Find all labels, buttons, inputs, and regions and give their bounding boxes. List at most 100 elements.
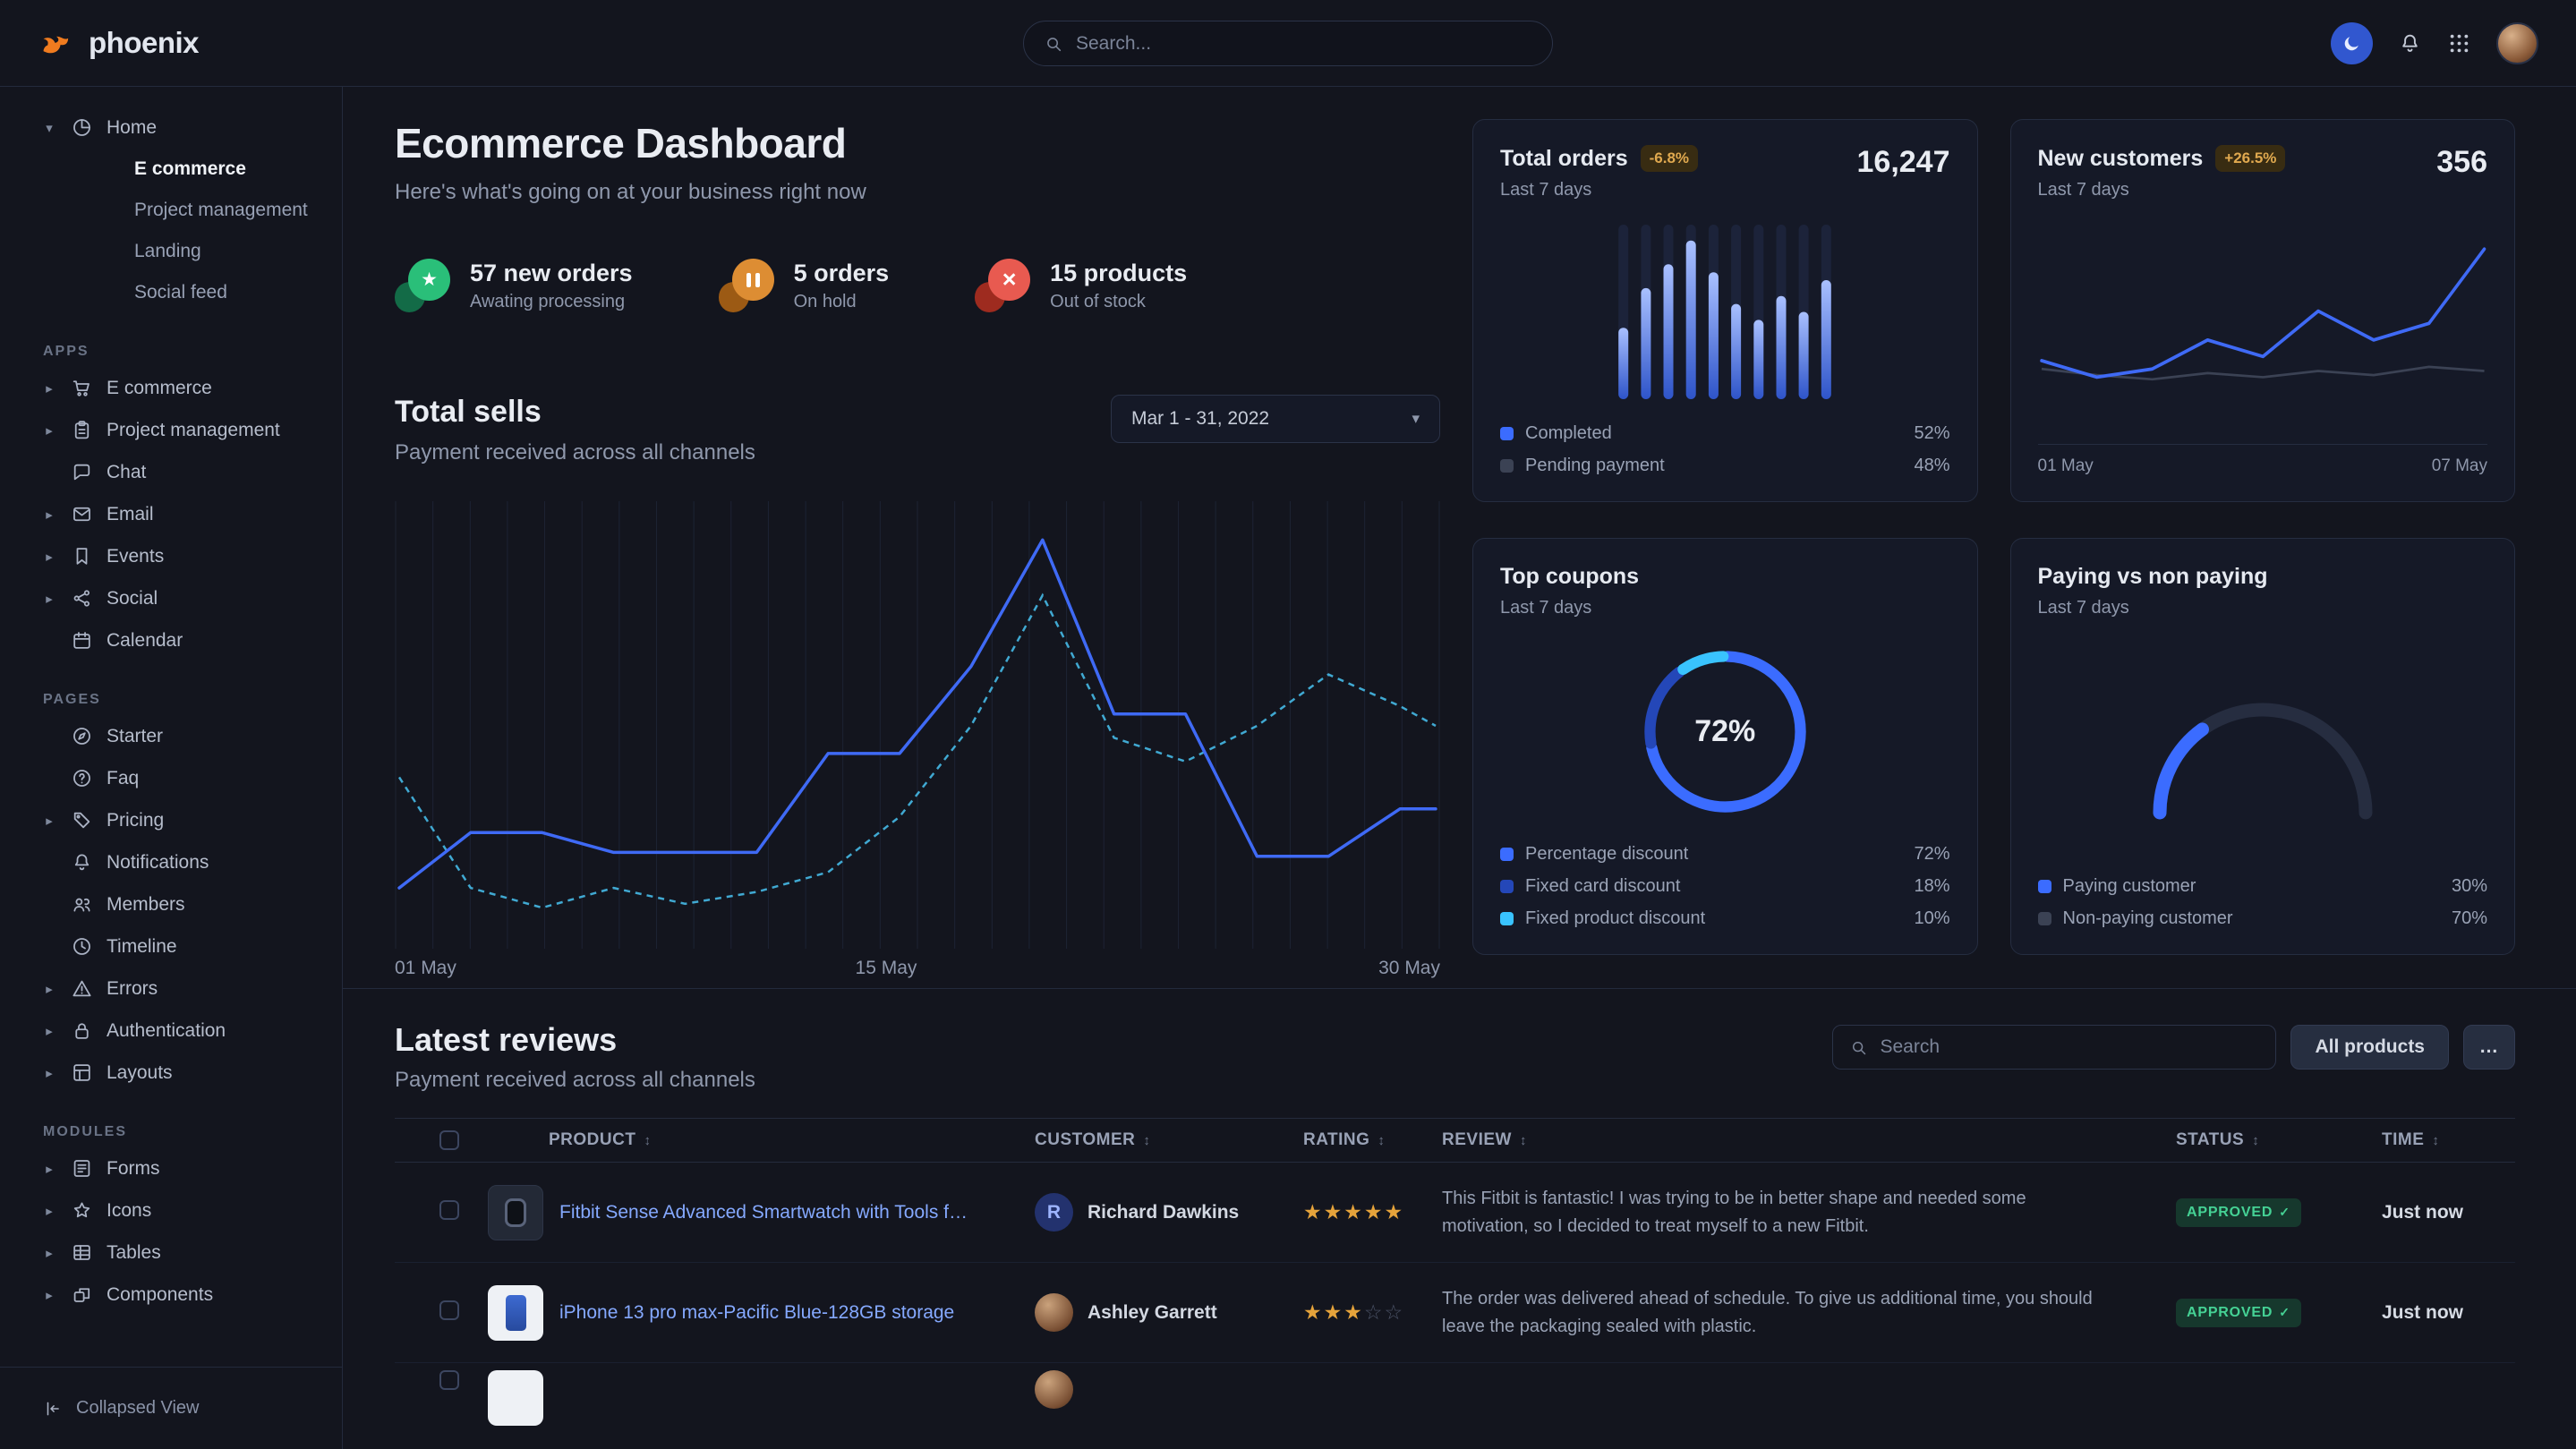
reviews-search-input[interactable] xyxy=(1880,1036,2259,1058)
sidebar-subitem-project-management[interactable]: Project management xyxy=(41,190,319,231)
theme-toggle-button[interactable] xyxy=(2331,22,2373,64)
sidebar-item-calendar[interactable]: Calendar xyxy=(41,619,319,661)
sidebar-item-social[interactable]: ▸ Social xyxy=(41,577,319,619)
user-avatar[interactable] xyxy=(2496,22,2538,64)
sidebar-item-pricing[interactable]: ▸ Pricing xyxy=(41,799,319,841)
status-badge: APPROVED ✓ xyxy=(2176,1299,2301,1327)
reviews-table: PRODUCT ↕ CUSTOMER ↕ RATING ↕ REVIEW xyxy=(395,1118,2515,1449)
select-all-checkbox[interactable] xyxy=(439,1130,459,1150)
legend-value: 30% xyxy=(2452,876,2487,897)
sidebar-item-notifications[interactable]: Notifications xyxy=(41,841,319,883)
sidebar-item-layouts[interactable]: ▸ Layouts xyxy=(41,1052,319,1094)
clock-icon xyxy=(71,935,93,958)
column-product[interactable]: PRODUCT ↕ xyxy=(475,1130,1035,1150)
caret-right-icon: ▸ xyxy=(41,507,57,523)
bell-icon xyxy=(2398,31,2422,55)
compass-icon xyxy=(71,725,93,747)
paying-gauge-chart xyxy=(2038,618,2488,876)
sidebar-item-label: Icons xyxy=(107,1200,151,1222)
legend-completed: Completed 52% xyxy=(1500,423,1950,444)
product-thumbnail xyxy=(488,1370,543,1426)
sidebar-item-chat[interactable]: Chat xyxy=(41,451,319,493)
all-products-button[interactable]: All products xyxy=(2290,1025,2449,1070)
legend-label: Fixed card discount xyxy=(1525,876,1680,897)
row-checkbox[interactable] xyxy=(439,1300,459,1320)
legend-value: 70% xyxy=(2452,908,2487,929)
sidebar-item-errors[interactable]: ▸ Errors xyxy=(41,967,319,1010)
date-range-select[interactable]: Mar 1 - 31, 2022 ▾ xyxy=(1111,395,1440,443)
more-options-button[interactable]: ... xyxy=(2463,1025,2515,1070)
topbar-search[interactable] xyxy=(1023,21,1553,66)
sidebar-item-label: Notifications xyxy=(107,852,209,874)
sidebar-item-components[interactable]: ▸ Components xyxy=(41,1274,319,1316)
sidebar-item-label: Components xyxy=(107,1284,213,1306)
total-sells-chart: 01 May 15 May 30 May xyxy=(395,501,1440,988)
chat-icon xyxy=(71,461,93,483)
customer-name: Richard Dawkins xyxy=(1088,1202,1239,1223)
sidebar-item-events[interactable]: ▸ Events xyxy=(41,535,319,577)
sidebar-item-faq[interactable]: Faq xyxy=(41,757,319,799)
clipboard-icon xyxy=(71,419,93,441)
sidebar-item-label: Authentication xyxy=(107,1020,226,1042)
question-circle-icon xyxy=(71,767,93,789)
legend-value: 72% xyxy=(1914,844,1949,865)
notifications-button[interactable] xyxy=(2398,31,2422,55)
sidebar-item-email[interactable]: ▸ Email xyxy=(41,493,319,535)
search-icon xyxy=(1849,1038,1868,1057)
topbar: phoenix xyxy=(0,0,2576,87)
stat-new-orders: ★ 57 new orders Awating processing xyxy=(395,259,633,312)
legend-pending-payment: Pending payment 48% xyxy=(1500,456,1950,476)
caret-right-icon: ▸ xyxy=(41,591,57,607)
stat-caption: Awating processing xyxy=(470,292,633,312)
caret-right-icon: ▸ xyxy=(41,549,57,565)
sidebar-item-members[interactable]: Members xyxy=(41,883,319,925)
legend-label: Paying customer xyxy=(2063,876,2196,897)
card-title: Paying vs non paying xyxy=(2038,564,2268,590)
check-icon: ✓ xyxy=(2279,1305,2290,1320)
product-link[interactable]: iPhone 13 pro max-Pacific Blue-128GB sto… xyxy=(559,1302,954,1324)
components-icon xyxy=(71,1283,93,1306)
sidebar-item-tables[interactable]: ▸ Tables xyxy=(41,1232,319,1274)
sidebar-item-icons[interactable]: ▸ Icons xyxy=(41,1189,319,1232)
legend-swatch xyxy=(1500,427,1514,440)
brand-logo[interactable]: phoenix xyxy=(38,24,199,62)
latest-reviews-subtitle: Payment received across all channels xyxy=(395,1068,755,1093)
sidebar-item-authentication[interactable]: ▸ Authentication xyxy=(41,1010,319,1052)
sidebar-subitem-ecommerce[interactable]: E commerce xyxy=(41,149,319,190)
sidebar-item-starter[interactable]: Starter xyxy=(41,715,319,757)
sidebar-item-label: Events xyxy=(107,546,164,567)
apps-grid-button[interactable] xyxy=(2447,31,2471,55)
product-link[interactable]: Fitbit Sense Advanced Smartwatch with To… xyxy=(559,1202,971,1223)
calendar-icon xyxy=(71,629,93,652)
reviews-search[interactable] xyxy=(1832,1025,2276,1070)
legend-label: Percentage discount xyxy=(1525,844,1688,865)
row-checkbox[interactable] xyxy=(439,1370,459,1390)
sidebar-subitem-landing[interactable]: Landing xyxy=(41,231,319,272)
stat-caption: Out of stock xyxy=(1050,292,1187,312)
sidebar-item-timeline[interactable]: Timeline xyxy=(41,925,319,967)
column-rating[interactable]: RATING ↕ xyxy=(1303,1130,1442,1150)
sidebar-item-forms[interactable]: ▸ Forms xyxy=(41,1147,319,1189)
card-period: Last 7 days xyxy=(1500,180,1698,200)
column-review[interactable]: REVIEW ↕ xyxy=(1442,1130,2176,1150)
sidebar-subitem-social-feed[interactable]: Social feed xyxy=(41,272,319,313)
row-checkbox[interactable] xyxy=(439,1200,459,1220)
legend-value: 48% xyxy=(1914,456,1949,476)
stat-on-hold: 5 orders On hold xyxy=(719,259,890,312)
stat-caption: On hold xyxy=(794,292,890,312)
column-customer[interactable]: CUSTOMER ↕ xyxy=(1035,1130,1303,1150)
sidebar-item-home[interactable]: ▾ Home xyxy=(41,107,319,149)
column-status[interactable]: STATUS ↕ xyxy=(2176,1130,2382,1150)
legend-fixed-product-discount: Fixed product discount 10% xyxy=(1500,908,1950,929)
search-icon xyxy=(1044,34,1063,54)
date-range-value: Mar 1 - 31, 2022 xyxy=(1131,408,1269,430)
sidebar-item-project-management-app[interactable]: ▸ Project management xyxy=(41,409,319,451)
sidebar-item-ecommerce-app[interactable]: ▸ E commerce xyxy=(41,367,319,409)
caret-right-icon: ▸ xyxy=(41,1023,57,1039)
collapsed-view-toggle[interactable]: Collapsed View xyxy=(0,1367,342,1449)
legend-swatch xyxy=(1500,912,1514,925)
column-time[interactable]: TIME ↕ xyxy=(2382,1130,2515,1150)
search-input[interactable] xyxy=(1076,33,1532,55)
table-row xyxy=(395,1363,2515,1449)
legend-value: 52% xyxy=(1914,423,1949,444)
